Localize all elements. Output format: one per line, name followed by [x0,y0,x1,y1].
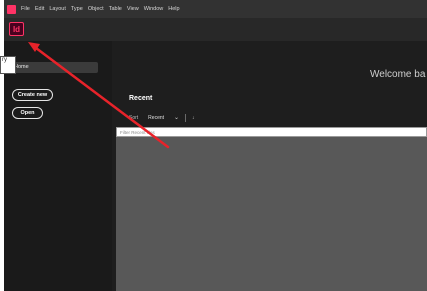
arrow-shaft [34,46,170,149]
annotation-arrow [28,42,170,149]
